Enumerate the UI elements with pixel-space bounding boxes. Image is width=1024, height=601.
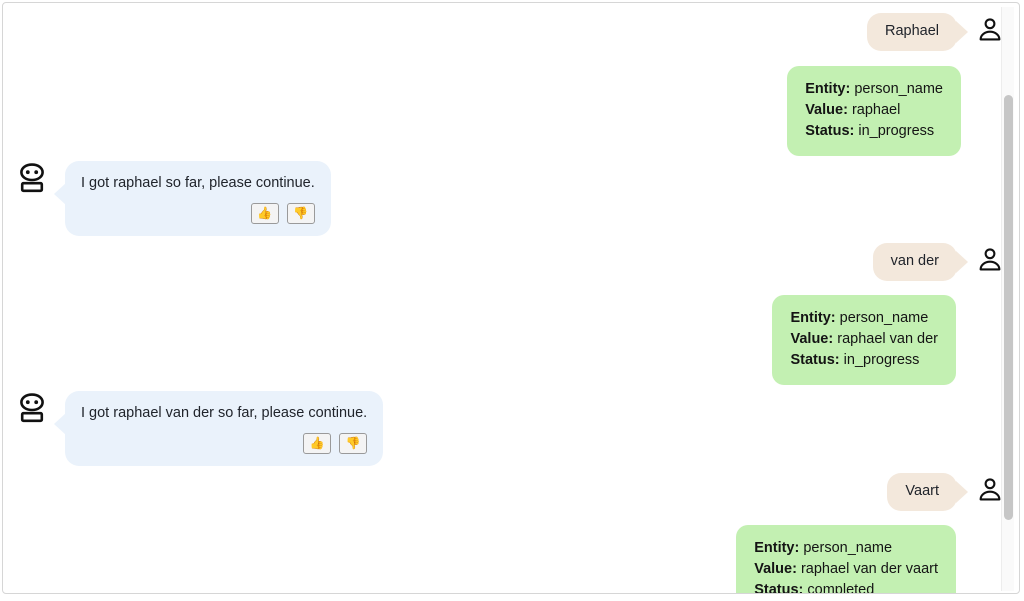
user-message-text: Vaart bbox=[905, 483, 939, 499]
bot-message-row: I got raphael so far, please continue. 👍… bbox=[15, 161, 331, 236]
chat-scroll-area[interactable]: Raphael Entity: person_name Value: rapha… bbox=[3, 3, 1019, 593]
user-message-row: Raphael bbox=[866, 13, 1007, 51]
user-message-bubble[interactable]: Raphael bbox=[866, 13, 957, 51]
status-label: Status: bbox=[754, 582, 804, 594]
bot-message-text: I got raphael so far, please continue. bbox=[81, 175, 315, 191]
entity-name-line: Entity: person_name bbox=[754, 538, 938, 559]
entity-label: Entity: bbox=[790, 310, 836, 326]
feedback-controls: 👍 👎 bbox=[81, 202, 315, 224]
thumbs-up-glyph: 👍 bbox=[257, 206, 273, 221]
entity-card: Entity: person_name Value: raphael van d… bbox=[772, 295, 956, 386]
bot-message-text: I got raphael van der so far, please con… bbox=[81, 405, 368, 421]
entity-status-line: Status: in_progress bbox=[790, 350, 938, 371]
user-message-row: Vaart bbox=[887, 473, 1007, 511]
entity-value-line: Value: raphael van der vaart bbox=[754, 559, 938, 580]
entity-label: Entity: bbox=[805, 81, 851, 97]
entity-value-line: Value: raphael bbox=[805, 100, 943, 121]
entity-name-line: Entity: person_name bbox=[805, 79, 943, 100]
robot-icon bbox=[15, 391, 49, 425]
value-label: Value: bbox=[805, 102, 848, 119]
bot-message-bubble[interactable]: I got raphael van der so far, please con… bbox=[53, 391, 384, 466]
thumbs-down-icon[interactable]: 👎 bbox=[286, 202, 315, 224]
entity-status-line: Status: in_progress bbox=[805, 121, 943, 142]
entity-status-value: completed bbox=[807, 582, 875, 594]
thumbs-down-icon[interactable]: 👎 bbox=[339, 432, 368, 454]
thumbs-down-glyph: 👎 bbox=[345, 436, 361, 451]
user-message-row: van der bbox=[872, 243, 1007, 281]
entity-value: raphael van der bbox=[837, 331, 938, 348]
status-label: Status: bbox=[805, 123, 855, 140]
status-label: Status: bbox=[790, 352, 840, 369]
entity-status-value: in_progress bbox=[843, 352, 920, 369]
entity-label: Entity: bbox=[754, 540, 800, 556]
thumbs-down-glyph: 👎 bbox=[293, 206, 309, 221]
feedback-controls: 👍 👎 bbox=[81, 432, 368, 454]
thumbs-up-glyph: 👍 bbox=[309, 436, 325, 451]
thumbs-up-icon[interactable]: 👍 bbox=[303, 432, 332, 454]
entity-card-row: Entity: person_name Value: raphael van d… bbox=[772, 295, 956, 386]
entity-value: raphael bbox=[851, 102, 901, 119]
thumbs-up-icon[interactable]: 👍 bbox=[250, 202, 279, 224]
entity-name-line: Entity: person_name bbox=[790, 308, 938, 329]
user-message-text: Raphael bbox=[884, 23, 939, 39]
entity-card: Entity: person_name Value: raphael van d… bbox=[736, 525, 956, 594]
scrollbar-thumb[interactable] bbox=[1004, 95, 1013, 520]
user-message-bubble[interactable]: Vaart bbox=[887, 473, 957, 511]
entity-status-value: in_progress bbox=[858, 123, 935, 140]
entity-card-row: Entity: person_name Value: raphael Statu… bbox=[787, 66, 961, 157]
entity-name-value: person_name bbox=[854, 81, 943, 97]
bot-message-row: I got raphael van der so far, please con… bbox=[15, 391, 384, 466]
entity-card: Entity: person_name Value: raphael Statu… bbox=[787, 66, 961, 157]
value-label: Value: bbox=[790, 331, 834, 348]
chat-app: Raphael Entity: person_name Value: rapha… bbox=[0, 0, 1024, 601]
entity-status-line: Status: completed bbox=[754, 580, 938, 594]
bot-message-bubble[interactable]: I got raphael so far, please continue. 👍… bbox=[54, 161, 331, 236]
user-message-text: van der bbox=[890, 253, 939, 269]
chat-frame: Raphael Entity: person_name Value: rapha… bbox=[2, 2, 1020, 594]
entity-value: raphael van der vaart bbox=[800, 561, 938, 578]
entity-card-row: Entity: person_name Value: raphael van d… bbox=[736, 525, 956, 594]
entity-name-value: person_name bbox=[803, 540, 893, 556]
entity-value-line: Value: raphael van der bbox=[790, 329, 938, 350]
value-label: Value: bbox=[754, 561, 797, 578]
entity-name-value: person_name bbox=[839, 310, 929, 326]
user-message-bubble[interactable]: van der bbox=[872, 243, 957, 281]
robot-icon bbox=[15, 161, 49, 195]
